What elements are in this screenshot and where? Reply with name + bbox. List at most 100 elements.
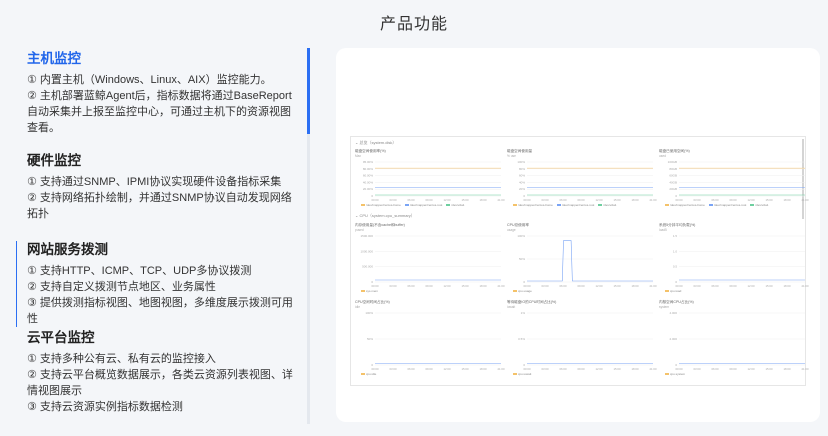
feature-cloud-monitoring[interactable]: 云平台监控 ① 支持多种公有云、私有云的监控接入 ② 支持云平台概览数据展示，各… [16,329,308,415]
series-line [527,240,653,282]
y-tick-label: 60GB [669,174,677,178]
chart-legend[interactable]: cpu.idle [361,372,380,376]
line-chart: 1500.0001000.000500.000000:00 03:00 06:00 0… [360,234,504,288]
legend-swatch [708,204,713,206]
chart-legend[interactable]: /dev/mapper/centos-home/dev/mapper/cento… [513,203,620,207]
legend-item[interactable]: sys.mem [361,289,378,293]
feature-desc-line: ② 主机部署蓝鲸Agent后，指标数据将通过BaseReport自动采集并上报至… [27,90,292,134]
chart-legend[interactable]: /dev/mapper/centos-home/dev/mapper/cento… [361,203,468,207]
legend-swatch [404,204,409,206]
feature-desc-line: ① 支持HTTP、ICMP、TCP、UDP多协议拨测 [27,265,252,277]
x-tick-label: 09:00 [578,198,585,202]
x-tick-label: 15:00 [462,367,469,371]
y-tick-label: 40GB [669,180,677,184]
x-tick-label: 00:00 [676,198,683,202]
x-tick-label: 12:00 [596,284,603,288]
x-tick-label: 15:00 [614,367,621,371]
chart-panel[interactable]: 系统5分钟平均负载(%) load5 1.5 1.0 0.5 0 00:00 03:00 06:… [659,223,809,297]
x-tick-label: 15:00 [766,284,773,288]
x-tick-label: 06:00 [408,284,415,288]
y-tick-label: 100GB [668,160,677,164]
legend-swatch [750,204,755,206]
feature-desc-line: ② 支持网络拓扑绘制，并通过SNMP协议自动发现网络拓扑 [27,192,292,220]
x-tick-label: 18:00 [784,367,791,371]
legend-item[interactable]: /dev/mapper/centos-home [665,203,705,207]
legend-item[interactable]: /dev/vda1 [598,203,616,207]
x-tick-label: 12:00 [444,198,451,202]
legend-item[interactable]: cpu.idle [361,372,376,376]
group-header-cpu[interactable]: ⌄ CPU（system.cpu_summary） [355,213,415,219]
legend-item[interactable]: /dev/mapper/centos-root [708,203,746,207]
x-tick-label: 18:00 [480,284,487,288]
feature-website-probing[interactable]: 网站服务拨测 ① 支持HTTP、ICMP、TCP、UDP多协议拨测 ② 支持自定… [16,241,308,327]
x-tick-label: 18:00 [632,198,639,202]
legend-item[interactable]: /dev/vda1 [750,203,768,207]
feature-list: 主机监控 ① 内置主机（Windows、Linux、AIX）监控能力。 ② 主机… [16,48,310,424]
legend-label: /dev/mapper/centos-root [561,203,595,207]
chart-legend[interactable]: cpu.iowait [513,372,535,376]
chart-panel-unit: used [659,154,666,158]
legend-item[interactable]: /dev/mapper/centos-home [513,203,553,207]
chart-panel-unit: pused [355,228,364,232]
group-header-disk[interactable]: ⌄ 总览（system.disk） [355,140,396,146]
chart-panel[interactable]: CPU空闲时间占比(%) idle 100% 50% 0 00:00 03:00 06:00 0… [355,300,505,380]
y-tick-label: 20.00% [363,187,374,191]
chart-legend[interactable]: sys.mem [361,289,382,293]
x-tick-label: 00:00 [372,198,379,202]
legend-item[interactable]: cpu.usage [513,289,532,293]
y-tick-label: 95.00% [363,160,374,164]
x-tick-label: 15:00 [766,198,773,202]
y-tick-label: 4.000 [669,311,677,315]
legend-swatch [361,290,365,292]
legend-label: /dev/mapper/centos-home [670,203,705,207]
x-tick-label: 00:00 [676,367,683,371]
x-tick-label: 12:00 [748,284,755,288]
feature-hardware-monitoring[interactable]: 硬件监控 ① 支持通过SNMP、IPMI协议实现硬件设备指标采集 ② 支持网络拓… [16,152,308,222]
y-tick-label: 20% [519,187,525,191]
feature-host-monitoring[interactable]: 主机监控 ① 内置主机（Windows、Linux、AIX）监控能力。 ② 主机… [16,50,308,136]
chart-panel[interactable]: 磁盘已使用空间(%) used 100GB 80GB 60GB 40GB 20GB 0 00:0… [659,149,809,211]
legend-item[interactable]: /dev/mapper/centos-home [361,203,401,207]
x-tick-label: 15:00 [462,284,469,288]
chart-panel[interactable]: 磁盘空间使用量% use 100% 80% 60% 40% 20% 0 00:00 03:00 0… [507,149,657,211]
x-tick-label: 03:00 [694,367,701,371]
x-tick-label: 06:00 [712,198,719,202]
chart-legend[interactable]: cpu.system [665,372,689,376]
chart-legend[interactable]: cpu.load [665,289,685,293]
chart-panel[interactable]: 等待磁盘IO的CPU时间占比(%) iowait 1% 0.5% 0 00:00 03:00… [507,300,657,380]
feature-desc-line: ① 支持通过SNMP、IPMI协议实现硬件设备指标采集 [27,176,282,188]
x-tick-label: 03:00 [390,198,397,202]
legend-label: /dev/mapper/centos-home [366,203,401,207]
y-tick-label: 500.000 [362,265,373,269]
chart-panel[interactable]: 磁盘空间使用率(%) Max 95.00% 80.00% 60.00% 40.00% 20.… [355,149,505,211]
legend-swatch [665,373,669,375]
chart-panel[interactable]: 内核空间CPU占比(%) system 4.000 2.000 0 00:00 03:00 0… [659,300,809,380]
x-tick-label: 09:00 [426,367,433,371]
feature-desc-line: ② 支持云平台概览数据展示，各类云资源列表视图、详情视图展示 [27,369,293,397]
chart-legend[interactable]: /dev/mapper/centos-home/dev/mapper/cento… [665,203,772,207]
line-chart: 1%0.5%000:00 03:00 06:00 09:00 12:00 15:00 18:… [518,311,657,371]
x-tick-label: 00:00 [524,198,531,202]
line-chart: 100%80%60%40%20%000:00 03:00 06:00 09:00 12:… [517,160,657,202]
x-tick-label: 15:00 [462,198,469,202]
legend-item[interactable]: /dev/mapper/centos-root [556,203,595,207]
y-tick-label: 1.0 [673,249,678,253]
chart-panel[interactable]: CPU总使用率 usage 100% 50% 0 00:00 03:00 06:00 09:00… [507,223,657,297]
legend-item[interactable]: /dev/mapper/centos-root [404,203,442,207]
line-chart: 4.0002.000000:00 03:00 06:00 09:00 12:00 15:0… [669,311,808,371]
feature-title: 云平台监控 [27,330,95,345]
x-tick-label: 18:00 [480,367,487,371]
line-chart: 100GB80GB60GB40GB20GB000:00 03:00 06:00 09:… [668,160,809,202]
chart-panel[interactable]: 内存使用量(不含cache和buffer) pused 1500.000 1000.0… [355,223,505,297]
legend-swatch [446,204,451,206]
legend-swatch [513,290,517,292]
x-tick-label: 18:00 [784,284,791,288]
legend-item[interactable]: cpu.system [665,372,685,376]
x-tick-label: 06:00 [712,284,719,288]
x-tick-label: 15:00 [614,198,621,202]
chart-panel-unit: system [659,305,670,309]
legend-item[interactable]: cpu.iowait [513,372,531,376]
legend-item[interactable]: /dev/vda1 [446,203,464,207]
legend-item[interactable]: cpu.load [665,289,681,293]
chart-legend[interactable]: cpu.usage [513,289,536,293]
